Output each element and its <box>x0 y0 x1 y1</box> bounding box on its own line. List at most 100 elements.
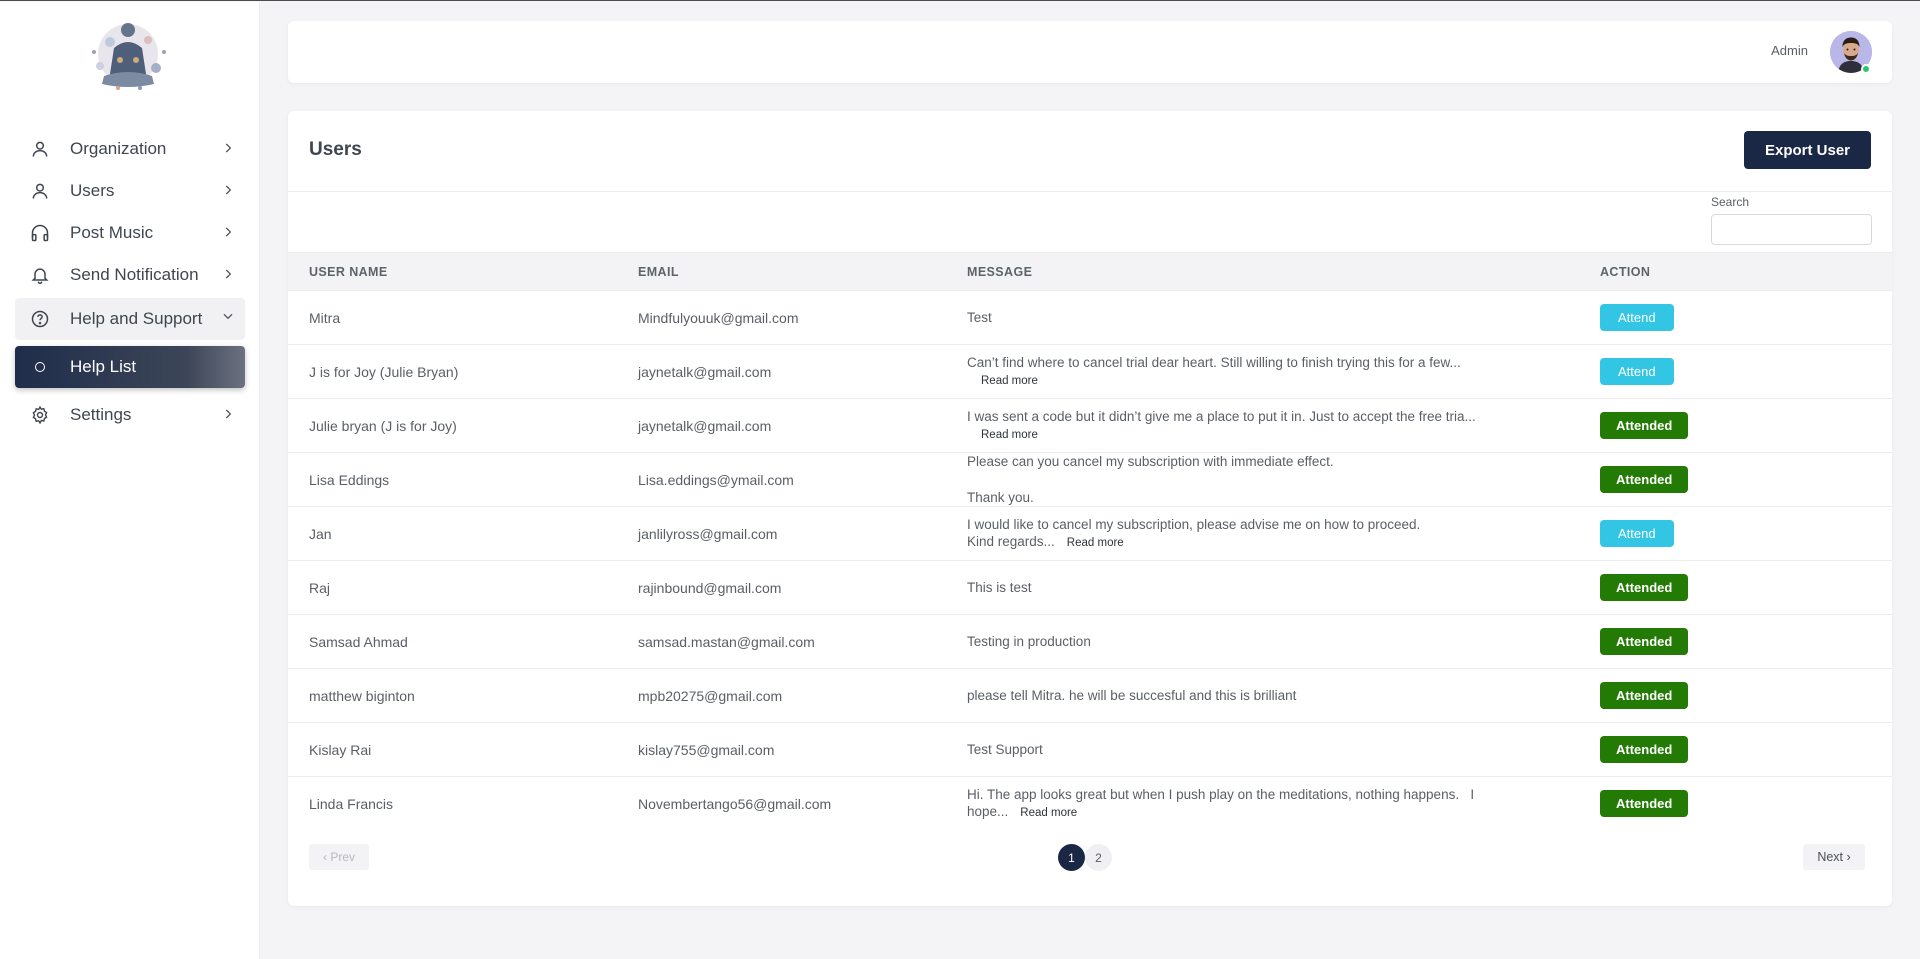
column-header-action[interactable]: ACTION <box>1579 252 1892 291</box>
action-cell: Attended <box>1579 453 1892 507</box>
action-cell: Attended <box>1579 561 1892 615</box>
read-more-link[interactable]: Read more <box>981 429 1038 441</box>
column-header-email[interactable]: EMAIL <box>617 252 946 291</box>
table-header-row: USER NAME EMAIL MESSAGE ACTION <box>288 252 1892 291</box>
sidebar-item-help-and-support[interactable]: Help and Support <box>15 298 245 340</box>
online-status-indicator <box>1861 64 1871 74</box>
chevron-right-icon <box>225 409 232 419</box>
page-title: Users <box>309 139 362 160</box>
sidebar-nav: Organization Users Post Music Send Notif… <box>15 130 245 438</box>
bell-icon <box>29 264 51 286</box>
attended-status-button[interactable]: Attended <box>1600 790 1689 818</box>
divider <box>288 191 1892 192</box>
attended-status-button[interactable]: Attended <box>1600 412 1689 439</box>
email-cell: jaynetalk@gmail.com <box>638 417 772 434</box>
help-list-table: USER NAME EMAIL MESSAGE ACTION Mitra Min… <box>288 252 1892 831</box>
message-text-line-2: hope... <box>967 803 1009 819</box>
sidebar-item-organization[interactable]: Organization <box>15 130 245 168</box>
sidebar-item-send-notification[interactable]: Send Notification <box>15 256 245 294</box>
sidebar-item-post-music[interactable]: Post Music <box>15 214 245 252</box>
sidebar: Organization Users Post Music Send Notif… <box>0 2 260 959</box>
email-cell: Mindfulyouuk@gmail.com <box>638 309 799 326</box>
pagination-prev-button[interactable]: ‹ Prev <box>309 844 369 870</box>
action-cell: Attended <box>1579 615 1892 669</box>
attend-button[interactable]: Attend <box>1600 358 1674 385</box>
search-input[interactable] <box>1711 214 1872 245</box>
table-row: Mitra Mindfulyouuk@gmail.com Test Attend <box>288 291 1892 345</box>
table-row: Kislay Rai kislay755@gmail.com Test Supp… <box>288 723 1892 777</box>
user-name-cell: J is for Joy (Julie Bryan) <box>309 363 459 380</box>
message-text: Please can you cancel my subscription wi… <box>967 454 1334 469</box>
user-name-cell: matthew biginton <box>309 687 415 704</box>
message-text: This is test <box>967 580 1032 595</box>
user-name-cell: Kislay Rai <box>309 741 372 758</box>
export-user-button[interactable]: Export User <box>1744 131 1871 169</box>
email-cell: Lisa.eddings@ymail.com <box>638 471 794 488</box>
chevron-right-icon <box>225 269 232 279</box>
message-cell: Testing in production <box>946 615 1579 669</box>
attend-button[interactable]: Attend <box>1600 520 1674 547</box>
chevron-right-icon <box>225 143 232 153</box>
message-text: Hi. The app looks great but when I push … <box>967 786 1475 802</box>
sidebar-item-label: Help List <box>70 357 137 376</box>
sidebar-item-label: Help and Support <box>70 309 203 328</box>
attend-button[interactable]: Attend <box>1600 304 1674 331</box>
sidebar-item-users[interactable]: Users <box>15 172 245 210</box>
message-cell: Please can you cancel my subscription wi… <box>946 453 1579 507</box>
user-icon <box>29 138 51 160</box>
read-more-link[interactable]: Read more <box>1067 537 1124 549</box>
message-cell: Can’t find where to cancel trial dear he… <box>946 345 1579 399</box>
circle-icon <box>35 362 45 372</box>
attended-status-button[interactable]: Attended <box>1600 466 1689 493</box>
sidebar-item-label: Users <box>70 181 115 200</box>
message-text: I was sent a code but it didn’t give me … <box>967 408 1476 424</box>
column-header-user-name[interactable]: USER NAME <box>288 252 617 291</box>
message-text: Testing in production <box>967 634 1091 649</box>
action-cell: Attended <box>1579 399 1892 453</box>
message-cell: This is test <box>946 561 1579 615</box>
pagination-next-button[interactable]: Next › <box>1803 844 1865 870</box>
chevron-right-icon <box>225 185 232 195</box>
message-text: I would like to cancel my subscription, … <box>967 516 1421 532</box>
action-cell: Attended <box>1579 777 1892 831</box>
users-card: Users Export User Search USER NAME EMAIL… <box>288 111 1892 906</box>
message-cell: I would like to cancel my subscription, … <box>946 507 1579 561</box>
sidebar-item-settings[interactable]: Settings <box>15 396 245 434</box>
email-cell: mpb20275@gmail.com <box>638 687 783 704</box>
sidebar-item-label: Organization <box>70 139 167 158</box>
table-row: J is for Joy (Julie Bryan) jaynetalk@gma… <box>288 345 1892 399</box>
table-row: Raj rajinbound@gmail.com This is test At… <box>288 561 1892 615</box>
action-cell: Attended <box>1579 723 1892 777</box>
message-cell: Hi. The app looks great but when I push … <box>946 777 1579 831</box>
message-text: Can’t find where to cancel trial dear he… <box>967 354 1461 370</box>
sidebar-item-label: Send Notification <box>70 265 199 284</box>
top-header: Admin <box>288 21 1892 83</box>
pagination-page-1[interactable]: 1 <box>1058 844 1085 871</box>
pagination-page-2[interactable]: 2 <box>1085 844 1112 871</box>
email-cell: samsad.mastan@gmail.com <box>638 633 815 650</box>
app-logo[interactable] <box>70 12 186 94</box>
column-header-message[interactable]: MESSAGE <box>946 252 1579 291</box>
sidebar-item-help-list[interactable]: Help List <box>15 346 245 388</box>
email-cell: kislay755@gmail.com <box>638 741 775 758</box>
email-cell: Novembertango56@gmail.com <box>638 795 832 812</box>
search-label: Search <box>1711 195 1750 209</box>
help-circle-icon <box>29 308 51 330</box>
read-more-link[interactable]: Read more <box>1020 807 1077 819</box>
action-cell: Attend <box>1579 345 1892 399</box>
read-more-link[interactable]: Read more <box>981 375 1038 387</box>
user-name-cell: Linda Francis <box>309 795 394 812</box>
table-row: Jan janlilyross@gmail.com I would like t… <box>288 507 1892 561</box>
attended-status-button[interactable]: Attended <box>1600 682 1689 709</box>
attended-status-button[interactable]: Attended <box>1600 574 1689 601</box>
attended-status-button[interactable]: Attended <box>1600 628 1689 655</box>
attended-status-button[interactable]: Attended <box>1600 736 1689 763</box>
chevron-down-icon <box>223 313 233 320</box>
message-cell: Test Support <box>946 723 1579 777</box>
user-name-cell: Jan <box>309 525 332 542</box>
user-name-cell: Raj <box>309 579 331 596</box>
gear-icon <box>29 404 51 426</box>
action-cell: Attend <box>1579 291 1892 345</box>
message-cell: Test <box>946 291 1579 345</box>
user-role-label: Admin <box>1771 43 1808 58</box>
